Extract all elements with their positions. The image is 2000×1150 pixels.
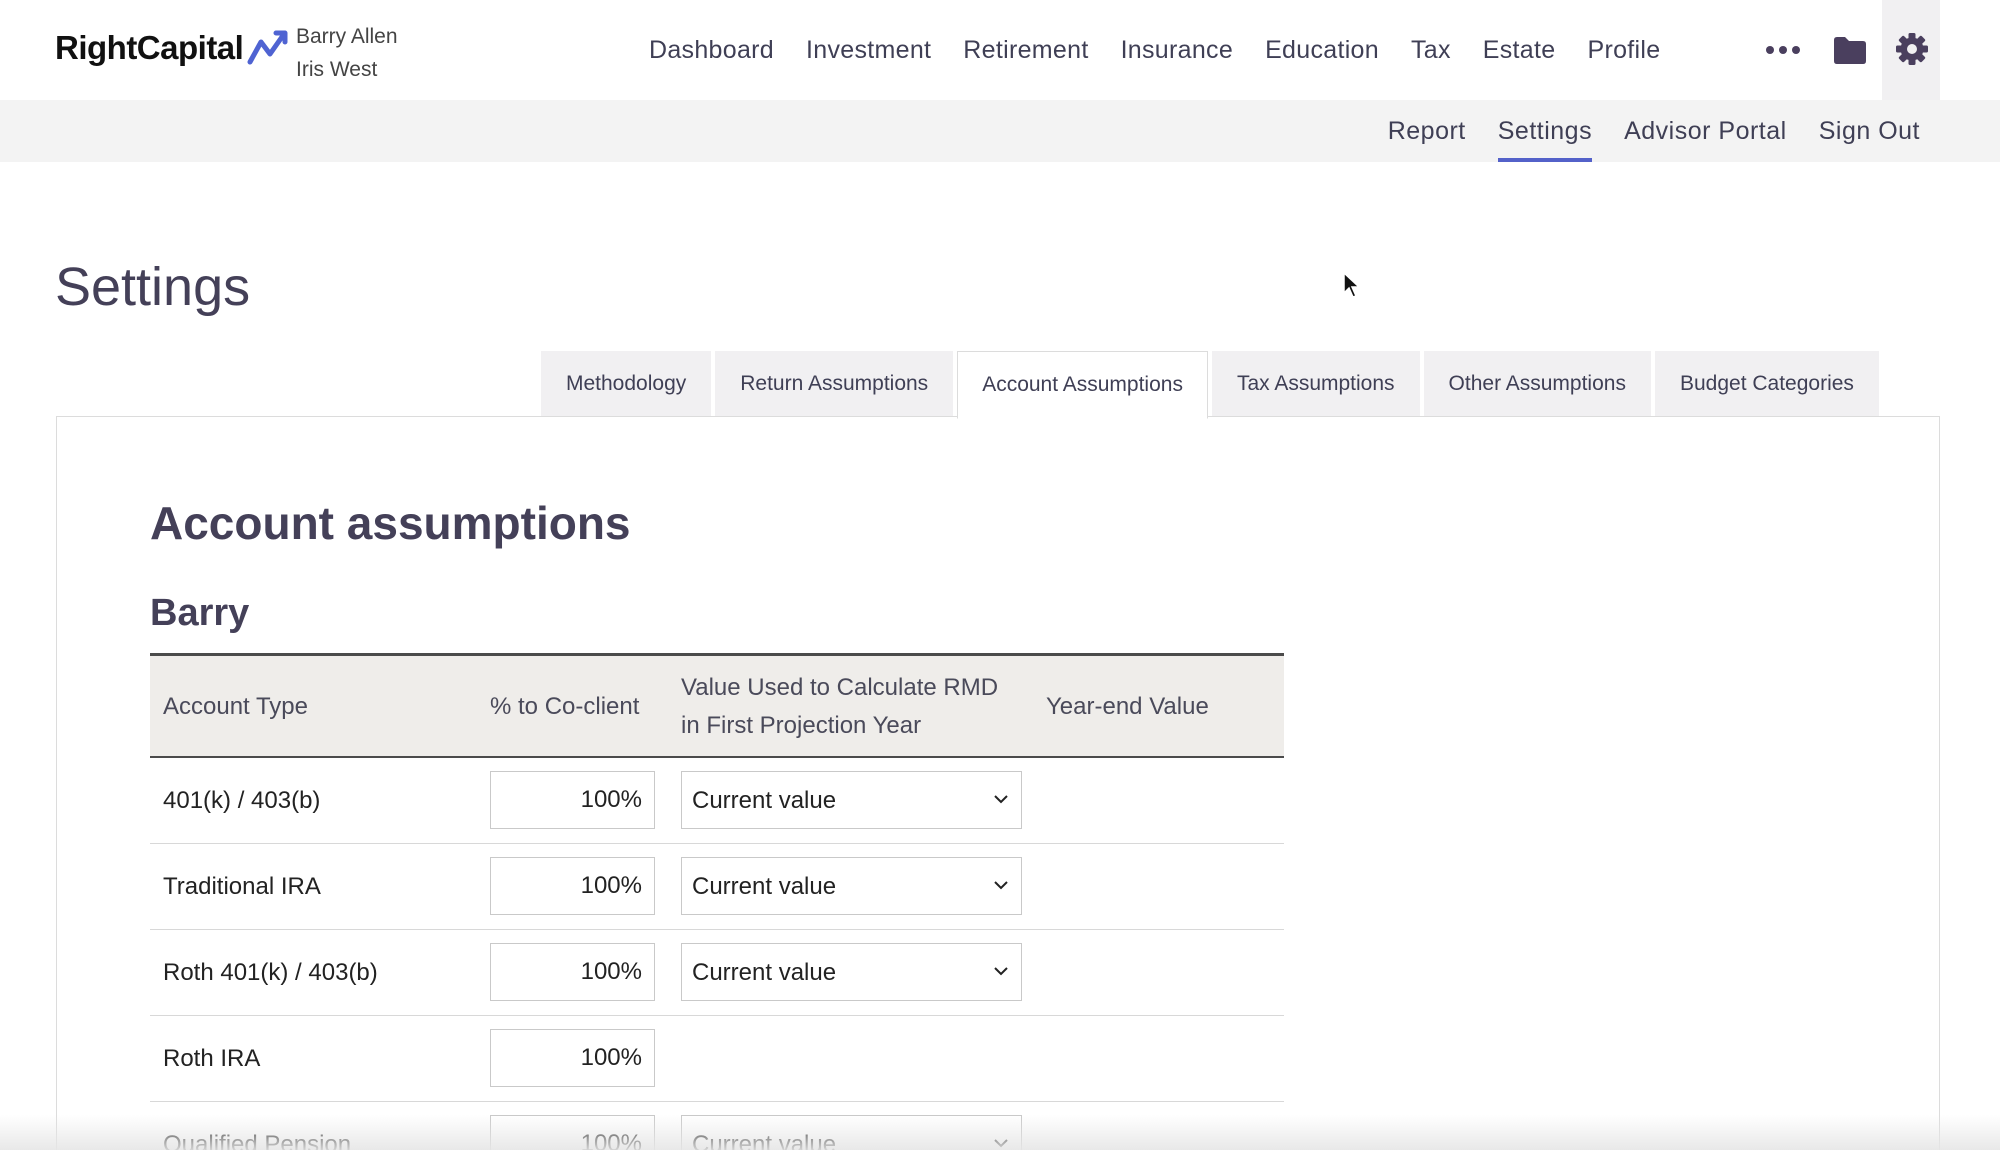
account-type-cell: 401(k) / 403(b) (163, 787, 321, 814)
section-title: Account assumptions (150, 497, 631, 549)
logo-chart-icon (247, 30, 288, 65)
account-type-cell: Roth 401(k) / 403(b) (163, 959, 378, 986)
tab-budget-categories[interactable]: Budget Categories (1654, 351, 1879, 417)
nav-dashboard[interactable]: Dashboard (649, 36, 774, 65)
pct-to-coclient-input[interactable] (490, 943, 655, 1001)
pct-to-coclient-input[interactable] (490, 1115, 655, 1150)
table-row: Traditional IRA Current value (150, 844, 1284, 930)
chevron-down-icon (994, 881, 1008, 890)
rmd-value-select[interactable]: Current value (681, 857, 1022, 915)
table-row: 401(k) / 403(b) Current value (150, 758, 1284, 844)
nav-retirement[interactable]: Retirement (963, 36, 1088, 65)
table-header: Account Type % to Co-client Value Used t… (150, 653, 1284, 758)
header-rmd-line2: in First Projection Year (681, 712, 922, 739)
header-year-end-value: Year-end Value (1046, 693, 1209, 720)
top-header: RightCapital Barry Allen Iris West Dashb… (0, 0, 2000, 100)
account-type-cell: Qualified Pension (163, 1131, 352, 1150)
subnav-advisor-portal[interactable]: Advisor Portal (1624, 100, 1787, 162)
nav-insurance[interactable]: Insurance (1121, 36, 1234, 65)
settings-tabs: Methodology Return Assumptions Account Ass… (541, 351, 1883, 419)
nav-tax[interactable]: Tax (1411, 36, 1451, 65)
rmd-select-value: Current value (692, 787, 837, 814)
tab-methodology[interactable]: Methodology (541, 351, 712, 417)
gear-icon[interactable] (1895, 32, 1929, 66)
account-type-cell: Traditional IRA (163, 873, 321, 900)
rmd-select-value: Current value (692, 1131, 837, 1150)
sub-nav-bar: Report Settings Advisor Portal Sign Out (0, 100, 2000, 162)
more-icon[interactable] (1766, 36, 1802, 64)
folder-icon[interactable] (1832, 34, 1868, 66)
main-nav: Dashboard Investment Retirement Insurance Ed… (649, 0, 1692, 100)
subnav-report[interactable]: Report (1388, 100, 1466, 162)
rmd-select-value: Current value (692, 959, 837, 986)
rmd-value-select[interactable]: Current value (681, 1115, 1022, 1150)
header-pct-to-coclient: % to Co-client (490, 693, 640, 720)
nav-investment[interactable]: Investment (806, 36, 931, 65)
chevron-down-icon (994, 795, 1008, 804)
page-title: Settings (55, 257, 251, 317)
nav-estate[interactable]: Estate (1483, 36, 1556, 65)
header-account-type: Account Type (163, 693, 308, 720)
account-type-cell: Roth IRA (163, 1045, 261, 1072)
chevron-down-icon (994, 1139, 1008, 1148)
pct-to-coclient-input[interactable] (490, 857, 655, 915)
mouse-cursor-icon (1343, 272, 1361, 298)
header-rmd-line1: Value Used to Calculate RMD (681, 674, 999, 701)
rmd-value-select[interactable]: Current value (681, 943, 1022, 1001)
table-row: Roth 401(k) / 403(b) Current value (150, 930, 1284, 1016)
pct-to-coclient-input[interactable] (490, 771, 655, 829)
subnav-sign-out[interactable]: Sign Out (1819, 100, 1920, 162)
subnav-settings[interactable]: Settings (1497, 100, 1593, 162)
client-name: Barry Allen (296, 25, 398, 48)
header-rmd-value: Value Used to Calculate RMD in First Pro… (681, 669, 998, 745)
nav-profile[interactable]: Profile (1587, 36, 1660, 65)
person-title: Barry (150, 592, 250, 634)
pct-to-coclient-input[interactable] (490, 1029, 655, 1087)
tab-other-assumptions[interactable]: Other Assumptions (1423, 351, 1651, 417)
sub-nav: Report Settings Advisor Portal Sign Out (1356, 100, 1920, 162)
nav-education[interactable]: Education (1265, 36, 1379, 65)
rmd-select-value: Current value (692, 873, 837, 900)
client-name: Iris West (296, 58, 378, 81)
table-row: Roth IRA (150, 1016, 1284, 1102)
rmd-value-select[interactable]: Current value (681, 771, 1022, 829)
tab-account-assumptions[interactable]: Account Assumptions (957, 351, 1208, 419)
tab-return-assumptions[interactable]: Return Assumptions (715, 351, 954, 417)
logo-text: RightCapital (55, 29, 244, 66)
account-assumptions-table: Account Type % to Co-client Value Used t… (150, 653, 1284, 1150)
table-row: Qualified Pension Current value (150, 1102, 1284, 1150)
client-names: Barry Allen Iris West (296, 20, 398, 86)
logo[interactable]: RightCapital (55, 28, 291, 68)
table-body: 401(k) / 403(b)Current valueTraditional … (150, 758, 1284, 1150)
tab-tax-assumptions[interactable]: Tax Assumptions (1211, 351, 1420, 417)
chevron-down-icon (994, 967, 1008, 976)
